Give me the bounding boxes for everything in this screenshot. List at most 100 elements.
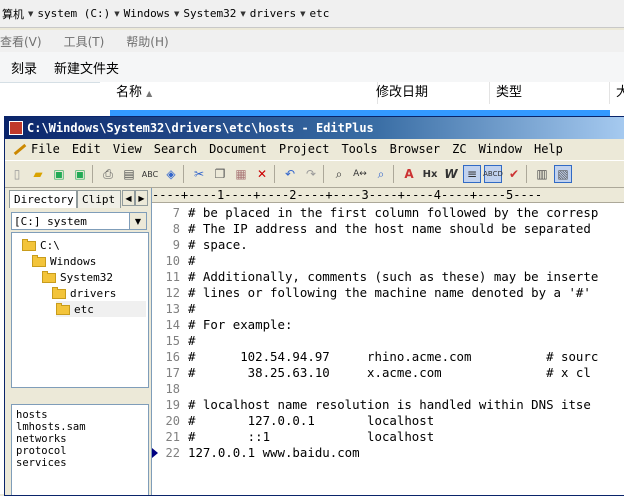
breadcrumb-etc[interactable]: etc [310, 7, 330, 20]
tree-item-windows[interactable]: Windows [32, 253, 96, 269]
spell-check-icon[interactable]: ABC [141, 165, 159, 183]
editplus-window: C:\Windows\System32\drivers\etc\hosts - … [4, 116, 624, 496]
column-name[interactable]: 名称 ▲ [110, 82, 378, 104]
print-preview-icon[interactable]: ▤ [120, 165, 138, 183]
cliptext-window-icon[interactable]: ▥ [533, 165, 551, 183]
hex-view-icon[interactable]: Hx [421, 165, 439, 183]
breadcrumb-arrow-icon[interactable]: ▼ [114, 10, 119, 18]
file-item[interactable]: networks [16, 433, 148, 445]
tab-cliptext[interactable]: Clipt [77, 190, 121, 208]
word-wrap-icon[interactable]: W [442, 165, 460, 183]
menu-project[interactable]: Project [279, 142, 330, 156]
breadcrumb-arrow-icon[interactable]: ▼ [28, 10, 33, 18]
explorer-menu-bar: 查看(V) 工具(T) 帮助(H) [0, 30, 624, 52]
breadcrumb-arrow-icon[interactable]: ▼ [300, 10, 305, 18]
column-date[interactable]: 修改日期 [370, 82, 490, 104]
replace-icon[interactable]: A↔ [351, 165, 369, 183]
tab-directory[interactable]: Directory [9, 190, 77, 208]
column-type[interactable]: 类型 [490, 82, 610, 104]
toolbar-separator [183, 165, 184, 183]
breadcrumb-drive[interactable]: system (C:) [37, 7, 110, 20]
find-icon[interactable]: ⌕ [330, 165, 348, 183]
line-number-gutter: 7 8 9 10 11 12 13 14 15 16 17 18 19 20 2… [152, 203, 184, 495]
tab-right-arrow-icon[interactable]: ▶ [135, 190, 148, 206]
save-icon[interactable]: ▣ [50, 165, 68, 183]
file-item[interactable]: hosts [16, 409, 148, 421]
line-number: 18 [165, 382, 180, 396]
text-editor[interactable]: ----+----1----+----2----+----3----+----4… [151, 188, 624, 495]
new-folder-button[interactable]: 新建文件夹 [54, 58, 119, 77]
menu-browser[interactable]: Browser [390, 142, 441, 156]
title-bar[interactable]: C:\Windows\System32\drivers\etc\hosts - … [5, 117, 624, 139]
check-icon[interactable]: ✔ [505, 165, 523, 183]
line-number-icon[interactable]: ≡ [463, 165, 481, 183]
save-all-icon[interactable]: ▣ [71, 165, 89, 183]
column-size[interactable]: 大 [610, 82, 624, 104]
window-title: C:\Windows\System32\drivers\etc\hosts - … [27, 121, 374, 135]
tree-item-label: drivers [70, 286, 117, 300]
file-item[interactable]: protocol [16, 445, 148, 457]
line-number: 21 [165, 430, 180, 444]
print-icon[interactable]: ⎙ [99, 165, 117, 183]
toolbar-separator [92, 165, 93, 183]
line-number: 19 [165, 398, 180, 412]
code-line: 127.0.0.1 www.baidu.com [188, 445, 360, 460]
menu-help[interactable]: Help [534, 142, 563, 156]
line-number: 17 [165, 366, 180, 380]
menu-view[interactable]: 查看(V) [0, 33, 42, 50]
menu-document[interactable]: Document [209, 142, 267, 156]
undo-icon[interactable]: ↶ [281, 165, 299, 183]
open-folder-icon[interactable]: ▰ [29, 165, 47, 183]
tree-item-c[interactable]: C:\ [22, 237, 60, 253]
file-item[interactable]: lmhosts.sam [16, 421, 148, 433]
breadcrumb-arrow-icon[interactable]: ▼ [174, 10, 179, 18]
menu-edit[interactable]: Edit [72, 142, 101, 156]
menu-zc[interactable]: ZC [452, 142, 466, 156]
tab-left-arrow-icon[interactable]: ◀ [122, 190, 135, 206]
file-item[interactable]: services [16, 457, 148, 469]
ruler-icon[interactable]: ABCD [483, 165, 503, 183]
chevron-down-icon[interactable]: ▼ [129, 213, 146, 229]
breadcrumb-arrow-icon[interactable]: ▼ [240, 10, 245, 18]
breadcrumb-drivers[interactable]: drivers [250, 7, 296, 20]
column-name-label: 名称 [116, 85, 143, 100]
menu-window[interactable]: Window [479, 142, 522, 156]
burn-button[interactable]: 刻录 [11, 58, 37, 77]
paste-icon[interactable]: ▦ [232, 165, 250, 183]
line-number: 9 [172, 238, 180, 252]
redo-icon[interactable]: ↷ [302, 165, 320, 183]
code-line: # be placed in the first column followed… [188, 205, 599, 220]
code-area[interactable]: # be placed in the first column followed… [188, 203, 624, 495]
pen-icon [11, 142, 27, 156]
code-line: # space. [188, 237, 248, 252]
directory-window-icon[interactable]: ▧ [554, 165, 572, 183]
menu-view[interactable]: View [113, 142, 142, 156]
menu-help[interactable]: 帮助(H) [126, 33, 168, 50]
explorer-column-header: 名称 ▲ 修改日期 类型 大 [100, 82, 624, 105]
drive-select[interactable]: [C:] system ▼ [11, 212, 147, 230]
line-number: 10 [165, 254, 180, 268]
font-icon[interactable]: A [400, 165, 418, 183]
tree-item-system32[interactable]: System32 [42, 269, 113, 285]
tree-item-etc[interactable]: etc [56, 301, 146, 317]
find-in-files-icon[interactable]: ⌕ [372, 165, 390, 183]
copy-icon[interactable]: ❐ [211, 165, 229, 183]
new-file-icon[interactable]: ▯ [8, 165, 26, 183]
line-number: 11 [165, 270, 180, 284]
cut-icon[interactable]: ✂ [190, 165, 208, 183]
breadcrumb-system32[interactable]: System32 [183, 7, 236, 20]
browser-preview-icon[interactable]: ◈ [162, 165, 180, 183]
line-number: 8 [172, 222, 180, 236]
line-number: 12 [165, 286, 180, 300]
breadcrumb-windows[interactable]: Windows [124, 7, 170, 20]
line-number: 14 [165, 318, 180, 332]
code-line: # ::1 localhost [188, 429, 435, 444]
menu-tools[interactable]: 工具(T) [64, 33, 105, 50]
delete-icon[interactable]: ✕ [253, 165, 271, 183]
tree-item-drivers[interactable]: drivers [52, 285, 116, 301]
menu-tools[interactable]: Tools [341, 142, 377, 156]
breadcrumb-computer[interactable]: 算机 [2, 6, 24, 22]
menu-search[interactable]: Search [154, 142, 197, 156]
menu-file[interactable]: File [31, 142, 60, 156]
address-bar[interactable]: 算机 ▼ system (C:) ▼ Windows ▼ System32 ▼ … [0, 0, 624, 28]
